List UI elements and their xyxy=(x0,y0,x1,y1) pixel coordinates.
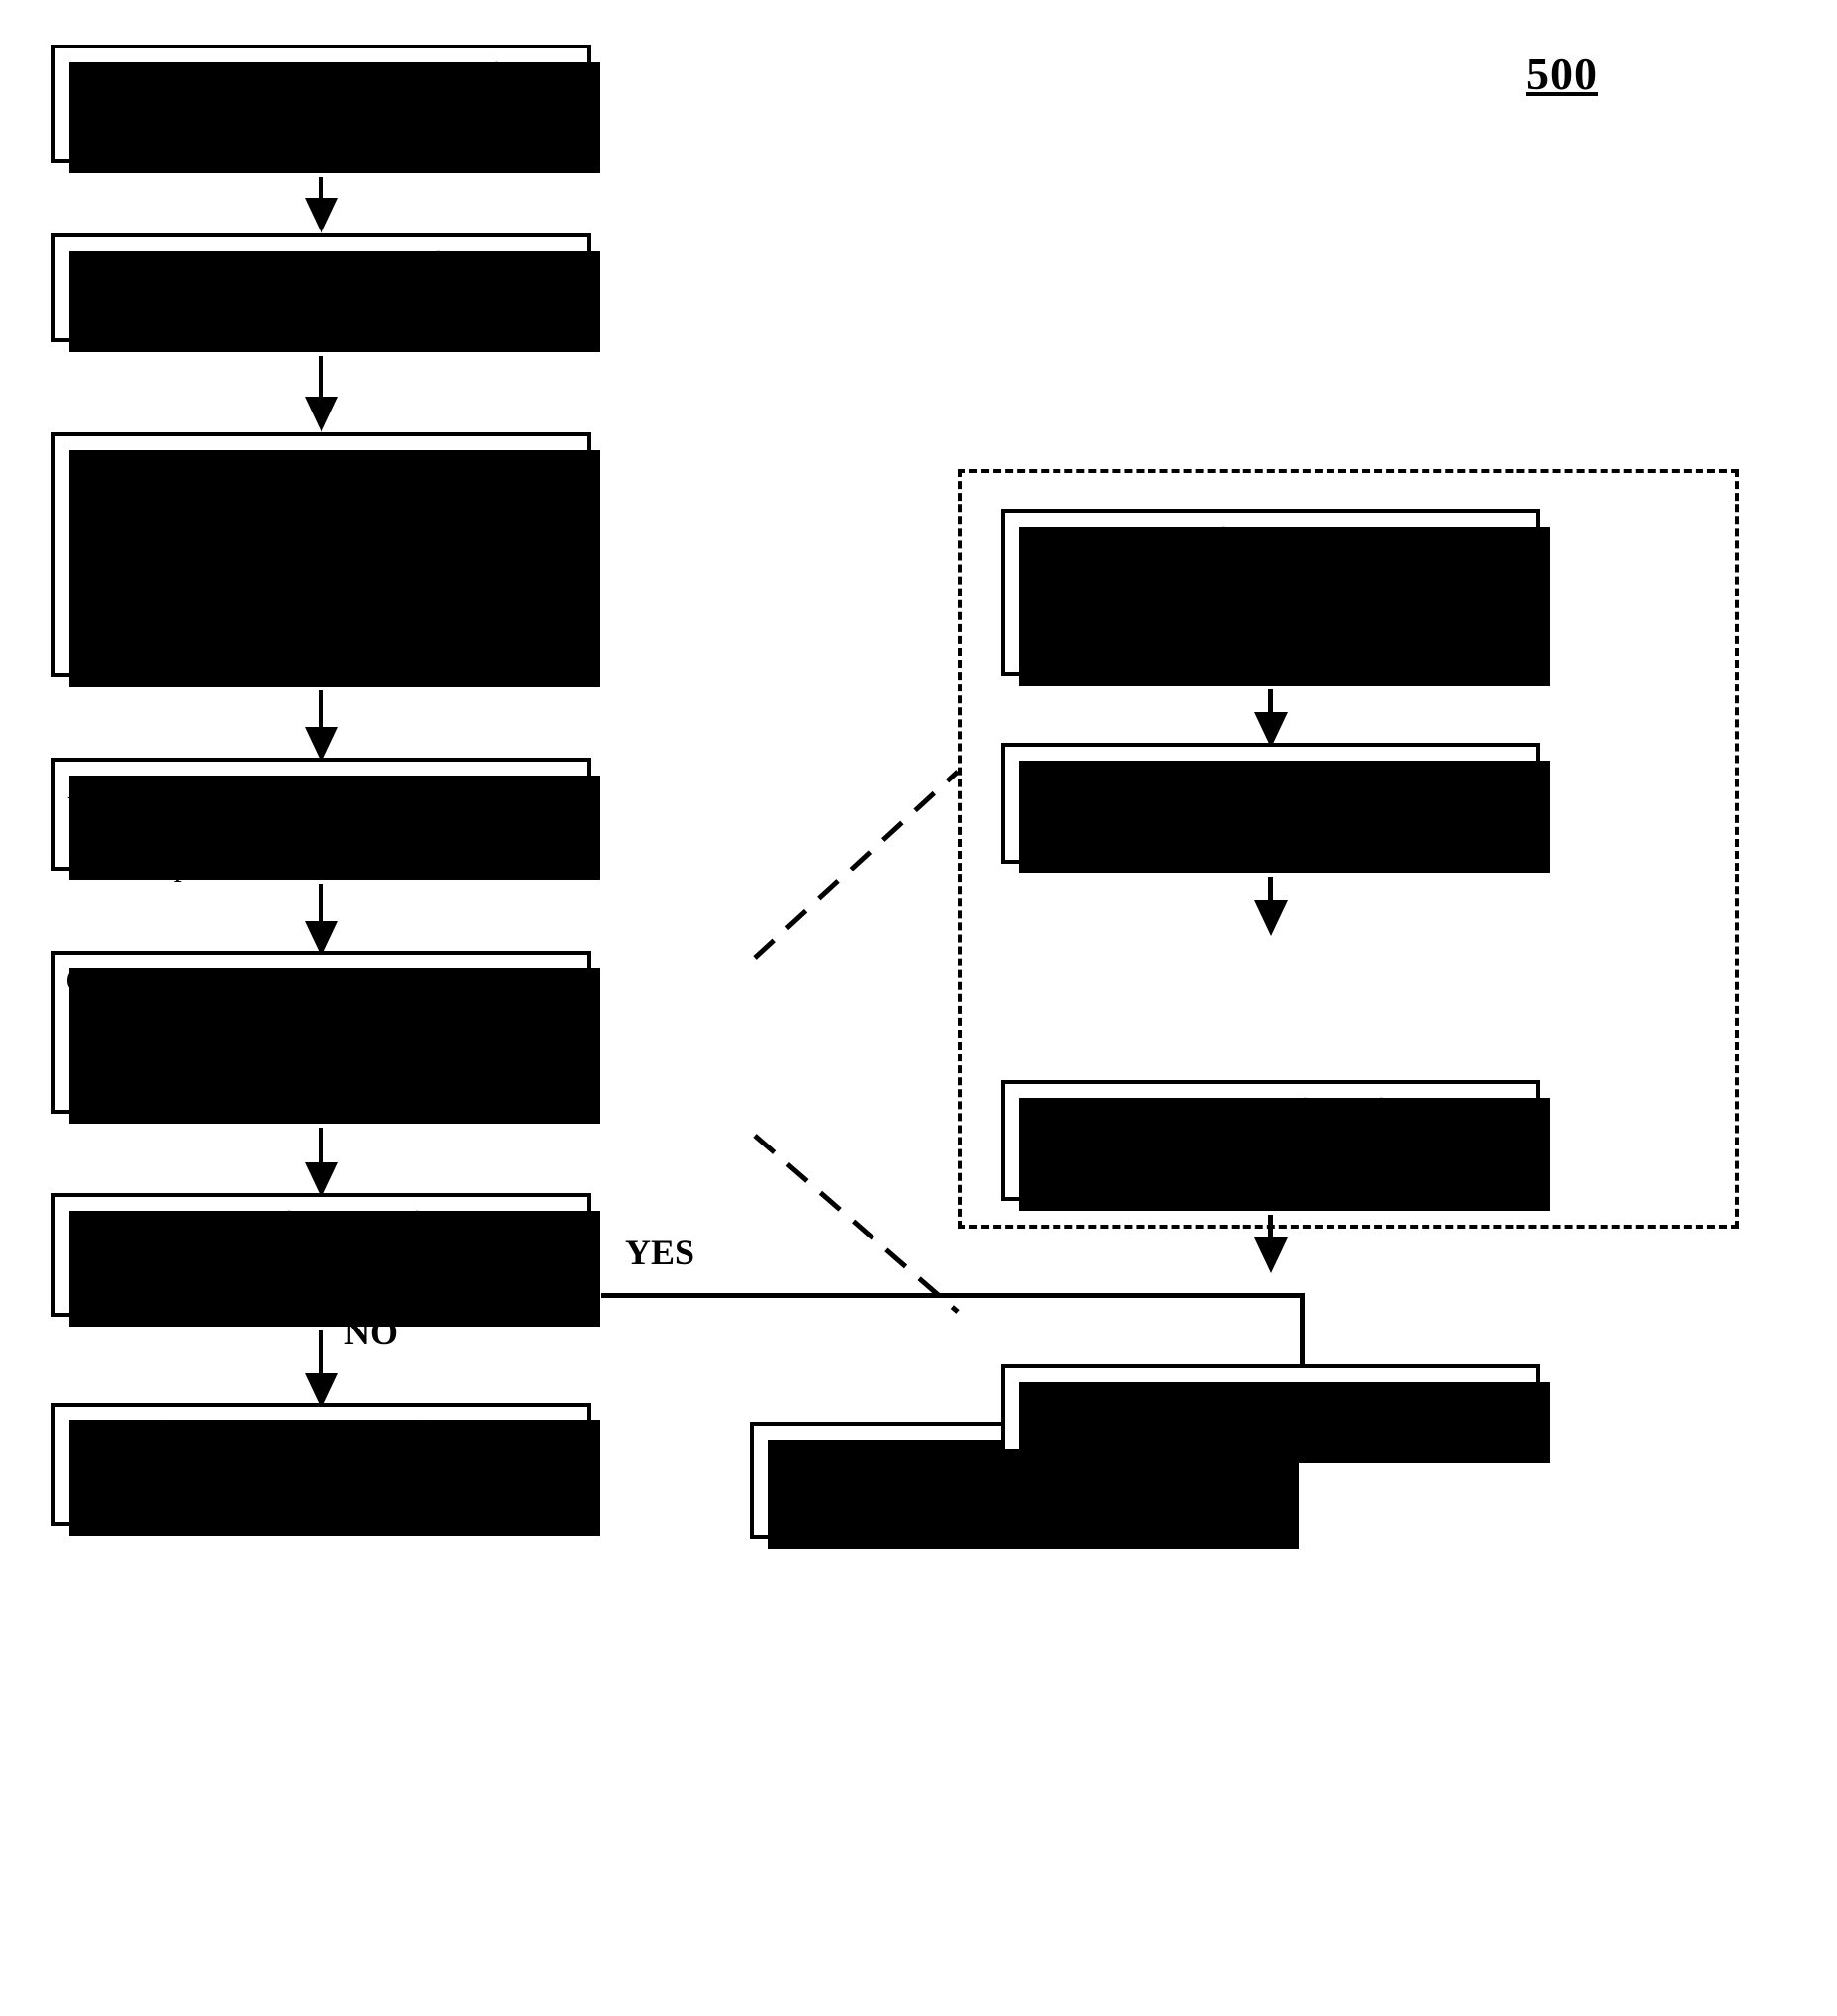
step-box-535-text: Automation of course of action(s) allowe… xyxy=(99,1206,543,1280)
step-box-520-text: Analyze data model and data instances in… xyxy=(67,771,575,883)
step-box-528-text: Optionally, apply relevant business rule… xyxy=(1041,1377,1501,1451)
step-box-515-text: Receive a trigger event or condition in … xyxy=(69,445,573,635)
step-box-526-text: Determine level of risk for each relatio… xyxy=(1022,1093,1519,1167)
leader-line-lower xyxy=(753,1134,960,1314)
step-box-545-number: 545 xyxy=(1222,1497,1272,1533)
connector-524-526-arrow xyxy=(1254,900,1288,936)
step-box-505[interactable]: Receive contextual data model for an inf… xyxy=(51,45,600,173)
step-box-510-number: 510 xyxy=(523,300,574,336)
step-box-520-number: 520 xyxy=(523,828,574,865)
step-box-515[interactable]: Receive a trigger event or condition in … xyxy=(51,432,600,687)
step-box-524-number: 524 xyxy=(1473,821,1523,858)
step-box-540-number: 540 xyxy=(523,1484,574,1520)
step-box-522-text: Aggregate configuration relationships an… xyxy=(1023,522,1518,635)
connector-510-515-arrow xyxy=(305,397,338,432)
step-box-510-text: Receive data instances for the informati… xyxy=(126,246,516,321)
step-box-522-number: 522 xyxy=(1473,633,1523,670)
step-box-530-text: Generate an action plan containing one o… xyxy=(65,963,577,1115)
connector-535-545-horizontal xyxy=(601,1293,1305,1298)
figure-number-label: 500 xyxy=(1526,48,1598,99)
step-box-535-number: 535 xyxy=(523,1274,574,1311)
step-box-540[interactable]: Notify user that course of action(s) mus… xyxy=(51,1403,600,1536)
step-box-528-number: 528 xyxy=(1473,1411,1523,1447)
leader-line-upper xyxy=(753,770,960,960)
step-box-520[interactable]: Analyze data model and data instances in… xyxy=(51,758,600,883)
step-box-522[interactable]: Aggregate configuration relationships an… xyxy=(1001,509,1550,686)
step-box-505-text: Receive contextual data model for an inf… xyxy=(77,57,565,132)
step-box-510[interactable]: Receive data instances for the informati… xyxy=(51,233,600,352)
step-box-524[interactable]: Associate and aggregate risk relationshi… xyxy=(1001,743,1550,873)
step-box-526[interactable]: Determine level of risk for each relatio… xyxy=(1001,1080,1550,1211)
step-box-530-number: 530 xyxy=(523,1071,574,1108)
branch-label-yes: YES xyxy=(625,1233,695,1272)
step-box-515-number: 515 xyxy=(523,634,574,671)
step-box-530[interactable]: Generate an action plan containing one o… xyxy=(51,951,600,1124)
step-box-526-number: 526 xyxy=(1473,1158,1523,1195)
step-box-535[interactable]: Automation of course of action(s) allowe… xyxy=(51,1193,600,1327)
connector-526-528-arrow xyxy=(1254,1237,1288,1273)
step-box-505-number: 505 xyxy=(523,121,574,157)
patent-flowchart-figure: 500 Receive contextual data model for an… xyxy=(0,0,1837,2016)
branch-label-no: NO xyxy=(344,1313,398,1352)
step-box-540-text: Notify user that course of action(s) mus… xyxy=(93,1416,549,1528)
step-box-524-text: Associate and aggregate risk relationshi… xyxy=(1026,756,1516,830)
connector-505-510-arrow xyxy=(305,198,338,233)
step-box-528[interactable]: Optionally, apply relevant business rule… xyxy=(1001,1364,1550,1463)
